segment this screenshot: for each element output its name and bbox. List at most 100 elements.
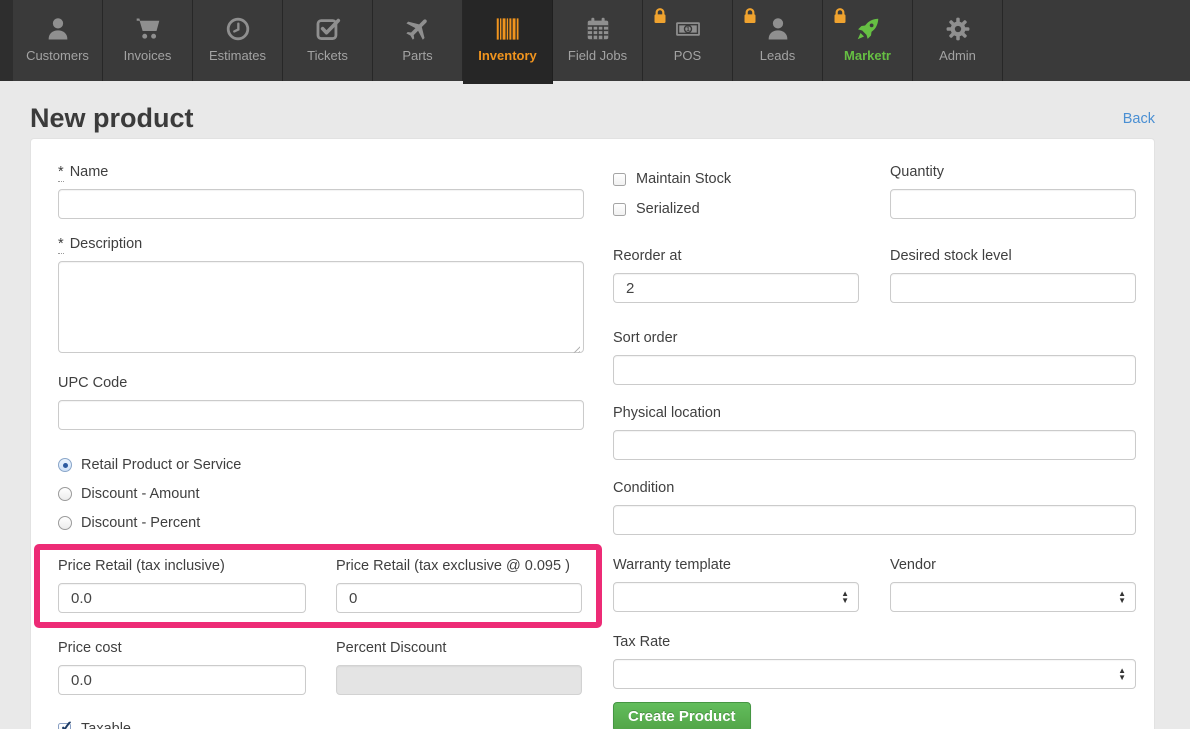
nav-tab-inventory[interactable]: Inventory xyxy=(463,0,553,84)
upc-field: UPC Code xyxy=(58,375,584,430)
nav-tab-leads[interactable]: Leads xyxy=(733,0,823,81)
nav-tab-admin[interactable]: Admin xyxy=(913,0,1003,81)
nav-empty-area xyxy=(1003,0,1190,81)
price-retail-exclusive-label: Price Retail (tax exclusive @ 0.095 ) xyxy=(336,558,582,574)
desired-stock-level-label: Desired stock level xyxy=(890,248,1136,264)
radio-discount-amount[interactable]: Discount - Amount xyxy=(58,486,584,502)
reorder-at-input[interactable] xyxy=(613,273,859,303)
nav-tab-estimates[interactable]: Estimates xyxy=(193,0,283,81)
nav-tab-parts[interactable]: Parts xyxy=(373,0,463,81)
radio-discount-percent[interactable]: Discount - Percent xyxy=(58,515,584,531)
lock-icon xyxy=(650,6,670,26)
physical-location-label: Physical location xyxy=(613,405,1136,421)
radio-icon xyxy=(58,487,72,501)
tax-rate-select[interactable]: ▲▼ xyxy=(613,659,1136,689)
condition-input[interactable] xyxy=(613,505,1136,535)
radio-selected-icon xyxy=(58,458,72,472)
checkbox-checked-icon xyxy=(58,723,71,729)
maintain-stock-checkbox-row[interactable]: Maintain Stock xyxy=(613,171,859,187)
sort-order-field: Sort order xyxy=(613,330,1136,385)
stock-checkboxes: Maintain Stock Serialized xyxy=(613,164,859,231)
upc-label: UPC Code xyxy=(58,375,584,391)
quantity-field: Quantity xyxy=(890,164,1136,231)
top-nav: Customers Invoices Estimates Tickets Par… xyxy=(0,0,1190,81)
radio-retail-product-or-service[interactable]: Retail Product or Service xyxy=(58,457,584,473)
person-icon xyxy=(44,11,72,47)
maintain-stock-label: Maintain Stock xyxy=(636,171,731,187)
nav-tab-customers[interactable]: Customers xyxy=(13,0,103,81)
person-icon xyxy=(764,11,792,47)
price-retail-inclusive-input[interactable] xyxy=(58,583,306,613)
nav-tab-label: Estimates xyxy=(209,48,266,63)
upc-input[interactable] xyxy=(58,400,584,430)
nav-tab-label: POS xyxy=(674,48,701,63)
description-field: * Description xyxy=(58,236,584,358)
new-product-form-card: * Name * Description UPC Code Retail Pro… xyxy=(30,138,1155,729)
nav-tab-label: Inventory xyxy=(478,48,537,63)
description-label: * Description xyxy=(58,236,584,252)
price-highlight-annotation: Price Retail (tax inclusive) Price Retai… xyxy=(34,544,602,628)
quantity-label: Quantity xyxy=(890,164,1136,180)
nav-tab-label: Leads xyxy=(760,48,795,63)
nav-tab-field-jobs[interactable]: Field Jobs xyxy=(553,0,643,81)
nav-tab-label: Admin xyxy=(939,48,976,63)
physical-location-field: Physical location xyxy=(613,405,1136,460)
name-label: * Name xyxy=(58,164,584,180)
calendar-icon xyxy=(584,11,612,47)
percent-discount-label: Percent Discount xyxy=(336,640,582,656)
vendor-field: Vendor ▲▼ xyxy=(890,557,1136,612)
nav-tab-label: Tickets xyxy=(307,48,348,63)
check-square-icon xyxy=(314,11,342,47)
nav-tab-label: Field Jobs xyxy=(568,48,627,63)
desired-stock-level-input[interactable] xyxy=(890,273,1136,303)
nav-tab-label: Parts xyxy=(402,48,432,63)
nav-tab-label: Marketr xyxy=(844,48,891,63)
nav-tab-label: Invoices xyxy=(124,48,172,63)
price-cost-label: Price cost xyxy=(58,640,306,656)
clock-icon xyxy=(224,11,252,47)
gear-icon xyxy=(944,11,972,47)
desired-stock-level-field: Desired stock level xyxy=(890,248,1136,303)
back-link[interactable]: Back xyxy=(1123,111,1155,127)
nav-tab-pos[interactable]: 1 POS xyxy=(643,0,733,81)
cart-icon xyxy=(134,11,162,47)
price-retail-exclusive-input[interactable] xyxy=(336,583,582,613)
required-mark: * xyxy=(58,164,64,182)
lock-icon xyxy=(830,6,850,26)
percent-discount-field: Percent Discount xyxy=(336,640,582,695)
lock-icon xyxy=(740,6,760,26)
page-title: New product xyxy=(30,103,194,134)
radio-label: Discount - Percent xyxy=(81,515,200,531)
plane-icon xyxy=(404,11,432,47)
vendor-select[interactable]: ▲▼ xyxy=(890,582,1136,612)
form-left-column: * Name * Description UPC Code Retail Pro… xyxy=(58,164,584,729)
nav-tab-invoices[interactable]: Invoices xyxy=(103,0,193,81)
required-mark: * xyxy=(58,236,64,254)
checkbox-icon xyxy=(613,203,626,216)
select-arrows-icon: ▲▼ xyxy=(1118,667,1126,681)
reorder-at-field: Reorder at xyxy=(613,248,859,303)
warranty-template-select[interactable]: ▲▼ xyxy=(613,582,859,612)
sort-order-input[interactable] xyxy=(613,355,1136,385)
price-retail-inclusive-field: Price Retail (tax inclusive) xyxy=(58,558,306,613)
description-textarea[interactable] xyxy=(58,261,584,353)
radio-icon xyxy=(58,516,72,530)
tax-rate-field: Tax Rate ▲▼ xyxy=(613,634,1136,689)
serialized-checkbox-row[interactable]: Serialized xyxy=(613,201,859,217)
page-header: New product Back xyxy=(30,81,1155,129)
nav-tab-tickets[interactable]: Tickets xyxy=(283,0,373,81)
create-product-button[interactable]: Create Product xyxy=(613,702,751,729)
physical-location-input[interactable] xyxy=(613,430,1136,460)
reorder-at-label: Reorder at xyxy=(613,248,859,264)
select-arrows-icon: ▲▼ xyxy=(841,590,849,604)
price-cost-input[interactable] xyxy=(58,665,306,695)
rocket-icon xyxy=(854,11,882,47)
radio-label: Retail Product or Service xyxy=(81,457,241,473)
name-input[interactable] xyxy=(58,189,584,219)
taxable-checkbox-row[interactable]: Taxable xyxy=(58,721,584,729)
quantity-input[interactable] xyxy=(890,189,1136,219)
tax-rate-label: Tax Rate xyxy=(613,634,1136,650)
name-field: * Name xyxy=(58,164,584,219)
nav-tab-marketr[interactable]: Marketr xyxy=(823,0,913,81)
sort-order-label: Sort order xyxy=(613,330,1136,346)
